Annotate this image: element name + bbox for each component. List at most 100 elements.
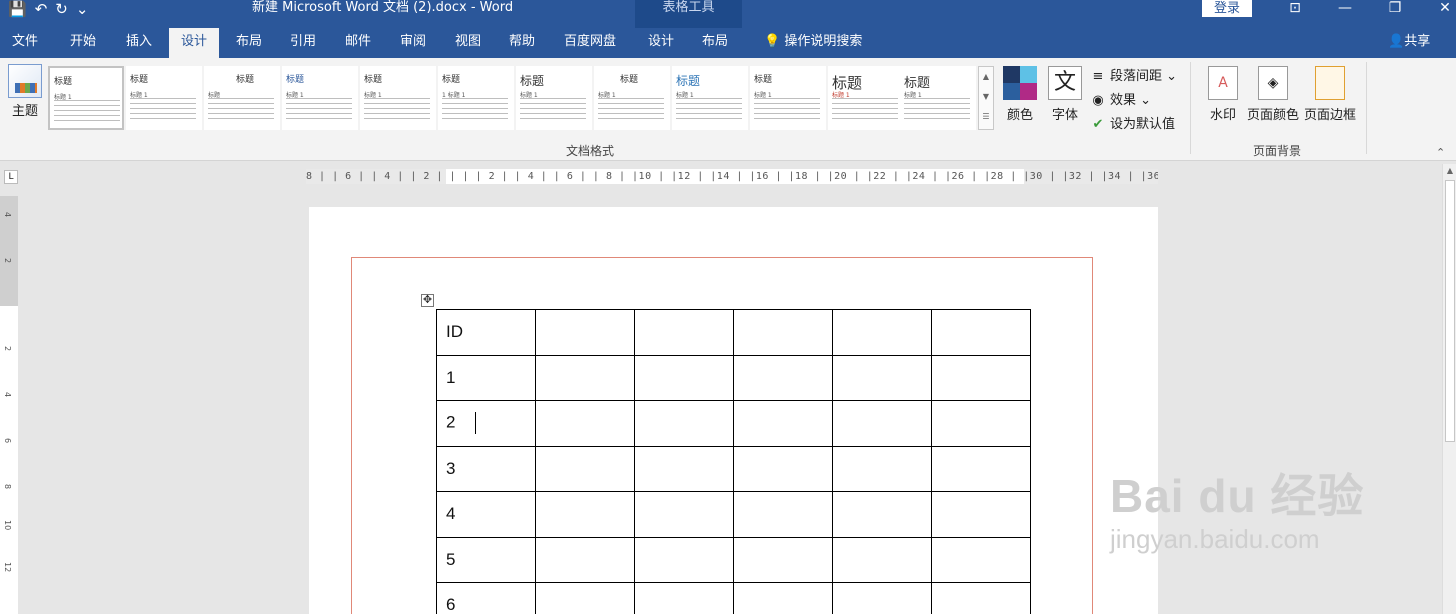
gallery-scroll[interactable]: ▲ ▼ ☰ [978, 66, 994, 130]
close-icon[interactable]: ✕ [1420, 0, 1456, 16]
scroll-up-icon[interactable]: ▲ [1443, 164, 1456, 178]
tab-home[interactable]: 开始 [58, 28, 108, 58]
redo-icon[interactable]: ↻ [55, 0, 68, 18]
table-cell[interactable] [931, 536, 1031, 583]
ribbon-display-options-icon[interactable]: ⊡ [1270, 0, 1320, 16]
table-cell[interactable] [931, 582, 1031, 614]
login-button[interactable]: 登录 [1202, 0, 1252, 17]
watermark-button[interactable]: A 水印 [1206, 66, 1240, 123]
table-cell[interactable] [634, 536, 734, 583]
table-cell[interactable] [931, 445, 1031, 492]
table-cell[interactable] [634, 491, 734, 538]
page-borders-button[interactable]: 页面边框 [1303, 66, 1357, 123]
table-cell[interactable] [634, 582, 734, 614]
tab-references[interactable]: 引用 [278, 28, 328, 58]
table-cell[interactable] [733, 309, 833, 356]
table-cell[interactable]: ID [436, 309, 536, 356]
tab-mailings[interactable]: 邮件 [333, 28, 383, 58]
restore-icon[interactable]: ❐ [1370, 0, 1420, 16]
horizontal-ruler[interactable]: 8 | | 6 | | 4 | | 2 | | | | 2 | | 4 | | … [306, 169, 1158, 184]
table-cell[interactable] [733, 491, 833, 538]
style-set-item[interactable]: 标题 标题 1 [672, 66, 748, 130]
table-cell[interactable] [535, 582, 635, 614]
style-set-item[interactable]: 标题 标题 1 [360, 66, 436, 130]
style-set-item[interactable]: 标题 标题 1 [900, 66, 976, 130]
table-cell[interactable] [535, 536, 635, 583]
vertical-ruler[interactable]: 4 2 2 4 6 8 10 12 [0, 196, 18, 614]
table-cell[interactable] [832, 400, 932, 447]
table-cell[interactable]: 1 [436, 354, 536, 401]
minimize-icon[interactable]: — [1320, 0, 1370, 16]
table-cell[interactable] [634, 309, 734, 356]
table-cell[interactable] [634, 445, 734, 492]
table-cell[interactable] [535, 445, 635, 492]
table-cell[interactable] [832, 582, 932, 614]
collapse-ribbon-icon[interactable]: ⌃ [1436, 146, 1445, 159]
tab-design[interactable]: 设计 [169, 28, 220, 58]
style-set-item[interactable]: 标题 标题 1 [126, 66, 202, 130]
customize-qat-icon[interactable]: ⌄ [76, 0, 89, 18]
style-set-item[interactable]: 标题 标题 1 [282, 66, 358, 130]
gallery-more-icon[interactable]: ☰ [979, 107, 993, 127]
table-cell[interactable] [535, 491, 635, 538]
table-cell[interactable]: 6 [436, 582, 536, 614]
table-cell[interactable] [832, 445, 932, 492]
style-set-item[interactable]: 标题 标题 [204, 66, 280, 130]
colors-button[interactable]: 颜色 [1002, 66, 1038, 123]
page-color-button[interactable]: ◈ 页面颜色 [1246, 66, 1300, 123]
table-cell[interactable] [535, 354, 635, 401]
style-set-item[interactable]: 标题 标题 1 [516, 66, 592, 130]
table-cell[interactable]: 5 [436, 536, 536, 583]
table-cell[interactable] [832, 536, 932, 583]
tab-baidu-netdisk[interactable]: 百度网盘 [552, 28, 628, 58]
table-cell[interactable] [832, 309, 932, 356]
share-button[interactable]: 👤共享 [1388, 28, 1430, 58]
paragraph-spacing-button[interactable]: ≡ 段落间距 ⌄ [1090, 66, 1186, 90]
tab-layout[interactable]: 布局 [224, 28, 274, 58]
table-cell[interactable] [832, 354, 932, 401]
tab-table-layout[interactable]: 布局 [690, 28, 740, 58]
chevron-up-icon[interactable]: ▲ [979, 67, 993, 87]
table-move-handle-icon[interactable]: ✥ [421, 294, 434, 307]
themes-button[interactable]: 主题 [6, 64, 44, 119]
table-cell[interactable] [733, 536, 833, 583]
tab-selector[interactable]: L [4, 170, 18, 184]
style-set-item[interactable]: 标题 标题 1 [594, 66, 670, 130]
table-cell[interactable] [931, 491, 1031, 538]
table-cell[interactable] [733, 445, 833, 492]
tab-insert[interactable]: 插入 [114, 28, 164, 58]
tab-review[interactable]: 审阅 [388, 28, 438, 58]
table-cell[interactable] [931, 400, 1031, 447]
table-cell[interactable]: 3 [436, 445, 536, 492]
set-as-default-button[interactable]: ✔ 设为默认值 [1090, 114, 1186, 138]
table-cell[interactable] [634, 400, 734, 447]
undo-icon[interactable]: ↶ [35, 0, 48, 18]
table-cell[interactable] [733, 354, 833, 401]
table-cell[interactable] [733, 582, 833, 614]
tab-file[interactable]: 文件 [0, 28, 50, 58]
table-cell[interactable] [931, 309, 1031, 356]
save-icon[interactable]: 💾 [8, 0, 27, 18]
table-cell[interactable] [634, 354, 734, 401]
effects-button[interactable]: ◉ 效果 ⌄ [1090, 90, 1186, 114]
tab-table-design[interactable]: 设计 [636, 28, 686, 58]
document-table[interactable]: ID 1 2 3 4 5 6 [436, 309, 1031, 614]
table-cell[interactable] [832, 491, 932, 538]
style-set-item[interactable]: 标题 标题 1 [750, 66, 826, 130]
tell-me-search[interactable]: 💡 操作说明搜索 [752, 28, 874, 58]
style-set-item[interactable]: 标题 标题 1 [48, 66, 124, 130]
scroll-thumb[interactable] [1445, 180, 1455, 442]
table-cell-active[interactable]: 2 [436, 400, 536, 447]
table-cell[interactable] [535, 400, 635, 447]
table-cell[interactable]: 4 [436, 491, 536, 538]
table-cell[interactable] [535, 309, 635, 356]
fonts-button[interactable]: 文 字体 [1046, 66, 1084, 123]
vertical-scrollbar[interactable]: ▲ [1442, 164, 1456, 614]
table-cell[interactable] [931, 354, 1031, 401]
tab-view[interactable]: 视图 [443, 28, 493, 58]
style-set-item[interactable]: 标题 标题 1 [828, 66, 904, 130]
table-cell[interactable] [733, 400, 833, 447]
chevron-down-icon[interactable]: ▼ [979, 87, 993, 107]
style-set-item[interactable]: 标题 1 标题 1 [438, 66, 514, 130]
tab-help[interactable]: 帮助 [497, 28, 547, 58]
